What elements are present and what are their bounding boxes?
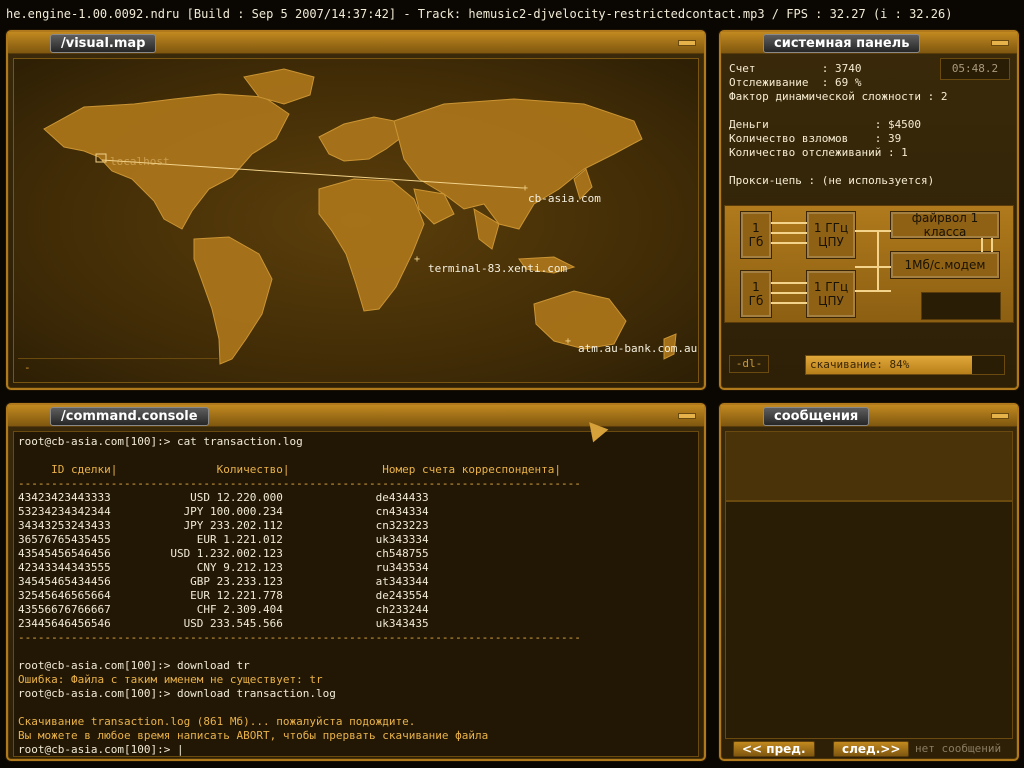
system-stats: Счет : 3740 Отслеживание : 69 % Фактор дин… bbox=[729, 62, 1014, 188]
bus-line bbox=[855, 290, 891, 292]
bus-line bbox=[855, 230, 891, 232]
console-line: 34343253243433 JPY 233.202.112 cn323223 bbox=[18, 519, 429, 532]
world-map-graphic: + + + bbox=[43, 68, 677, 365]
minimize-icon[interactable] bbox=[678, 40, 696, 46]
console-line: 43545456546456 USD 1.232.002.123 ch54875… bbox=[18, 547, 429, 560]
messages-panel: сообщения << пред. след.>> нет сообщений bbox=[719, 403, 1019, 761]
panel-title: /visual.map bbox=[50, 34, 157, 53]
console-line: 36576765435455 EUR 1.221.012 uk343334 bbox=[18, 533, 429, 546]
console-line: ----------------------------------------… bbox=[18, 631, 581, 644]
modem-module[interactable]: 1Мб/с.модем bbox=[890, 251, 1000, 279]
svg-text:+: + bbox=[565, 336, 571, 347]
bus-line bbox=[771, 222, 807, 224]
bus-line bbox=[877, 230, 879, 292]
console-line: 53234234342344 JPY 100.000.234 cn434334 bbox=[18, 505, 429, 518]
minimize-icon[interactable] bbox=[678, 413, 696, 419]
map-status-bar: - bbox=[18, 358, 218, 376]
system-panel: системная панель 05:48.2 Счет : 3740 Отсл… bbox=[719, 30, 1019, 390]
system-stat-line: Количество взломов : 39 bbox=[729, 132, 902, 145]
next-message-button[interactable]: след.>> bbox=[833, 741, 910, 757]
system-stat-line: Прокси-цепь : (не используется) bbox=[729, 174, 935, 187]
empty-slot bbox=[921, 292, 1001, 320]
engine-status-line: he.engine-1.00.0092.ndru [Build : Sep 5 … bbox=[6, 7, 953, 21]
console-line: 23445646456546 USD 233.545.566 uk343435 bbox=[18, 617, 429, 630]
system-stat-line: Количество отслеживаний : 1 bbox=[729, 146, 908, 159]
console-line: Скачивание transaction.log (861 Мб)... п… bbox=[18, 715, 416, 728]
console-line: 43556676766667 CHF 2.309.404 ch233244 bbox=[18, 603, 429, 616]
memory-module-1[interactable]: 1 Гб bbox=[740, 211, 772, 259]
command-console-panel: /command.console root@cb-asia.com[100]:>… bbox=[6, 403, 706, 761]
bus-line bbox=[991, 238, 993, 252]
system-stat-line bbox=[729, 104, 1014, 118]
console-line: 32545646565664 EUR 12.221.778 de243554 bbox=[18, 589, 429, 602]
console-line: ----------------------------------------… bbox=[18, 477, 581, 490]
cpu-module-2[interactable]: 1 ГГц ЦПУ bbox=[806, 270, 856, 318]
download-label: -dl- bbox=[729, 355, 769, 373]
no-messages-text: нет сообщений bbox=[915, 742, 1002, 755]
firewall-module[interactable]: файрвол 1 класса bbox=[890, 211, 1000, 239]
svg-text:+: + bbox=[414, 254, 420, 265]
bus-line bbox=[771, 232, 807, 234]
panel-title: /command.console bbox=[50, 407, 209, 426]
system-stat-line: Деньги : $4500 bbox=[729, 118, 922, 131]
console-output[interactable]: root@cb-asia.com[100]:> cat transaction.… bbox=[13, 431, 699, 757]
minimize-icon[interactable] bbox=[991, 40, 1009, 46]
memory-module-2[interactable]: 1 Гб bbox=[740, 270, 772, 318]
system-stat-line: Отслеживание : 69 % bbox=[729, 76, 862, 89]
bus-line bbox=[771, 282, 807, 284]
bus-line bbox=[771, 292, 807, 294]
message-header-area bbox=[725, 431, 1013, 501]
prev-message-button[interactable]: << пред. bbox=[733, 741, 815, 757]
world-map[interactable]: + + + localhost cb-asia.com terminal-83.… bbox=[13, 58, 699, 383]
message-body bbox=[725, 501, 1013, 739]
console-line: 42343344343555 CNY 9.212.123 ru343534 bbox=[18, 561, 429, 574]
console-line: root@cb-asia.com[100]:> download tr bbox=[18, 659, 250, 672]
bus-line bbox=[981, 238, 983, 252]
console-line: root@cb-asia.com[100]:> download transac… bbox=[18, 687, 336, 700]
console-line: Ошибка: Файла с таким именем не существу… bbox=[18, 673, 323, 686]
console-line: ID сделки| Количество| Номер счета корре… bbox=[18, 463, 562, 476]
map-node-terminal[interactable]: terminal-83.xenti.com bbox=[428, 262, 567, 275]
map-node-atm[interactable]: atm.au-bank.com.au bbox=[578, 342, 697, 355]
map-node-localhost[interactable]: localhost bbox=[110, 155, 170, 168]
cpu-module-1[interactable]: 1 ГГц ЦПУ bbox=[806, 211, 856, 259]
download-progress-bar: скачивание: 84% bbox=[805, 355, 1005, 375]
console-line: root@cb-asia.com[100]:> | bbox=[18, 743, 184, 756]
system-stat-line: Счет : 3740 bbox=[729, 62, 862, 75]
bus-line bbox=[771, 242, 807, 244]
console-line: 43423423443333 USD 12.220.000 de434433 bbox=[18, 491, 429, 504]
map-node-cb-asia[interactable]: cb-asia.com bbox=[528, 192, 601, 205]
download-progress-text: скачивание: 84% bbox=[810, 358, 910, 371]
bus-line bbox=[771, 302, 807, 304]
bus-line bbox=[855, 266, 891, 268]
panel-title: системная панель bbox=[763, 34, 921, 53]
minimize-icon[interactable] bbox=[991, 413, 1009, 419]
console-line: 34545465434456 GBP 23.233.123 at343344 bbox=[18, 575, 429, 588]
system-stat-line: Фактор динамической сложности : 2 bbox=[729, 90, 948, 103]
panel-title: сообщения bbox=[763, 407, 870, 426]
visual-map-panel: /visual.map + + + localhost cb-asia.com … bbox=[6, 30, 706, 390]
hardware-diagram: 1 Гб 1 ГГц ЦПУ 1 Гб 1 ГГц ЦПУ файрвол 1 … bbox=[724, 205, 1014, 323]
console-line: Вы можете в любое время написать ABORT, … bbox=[18, 729, 489, 742]
system-stat-line bbox=[729, 160, 1014, 174]
